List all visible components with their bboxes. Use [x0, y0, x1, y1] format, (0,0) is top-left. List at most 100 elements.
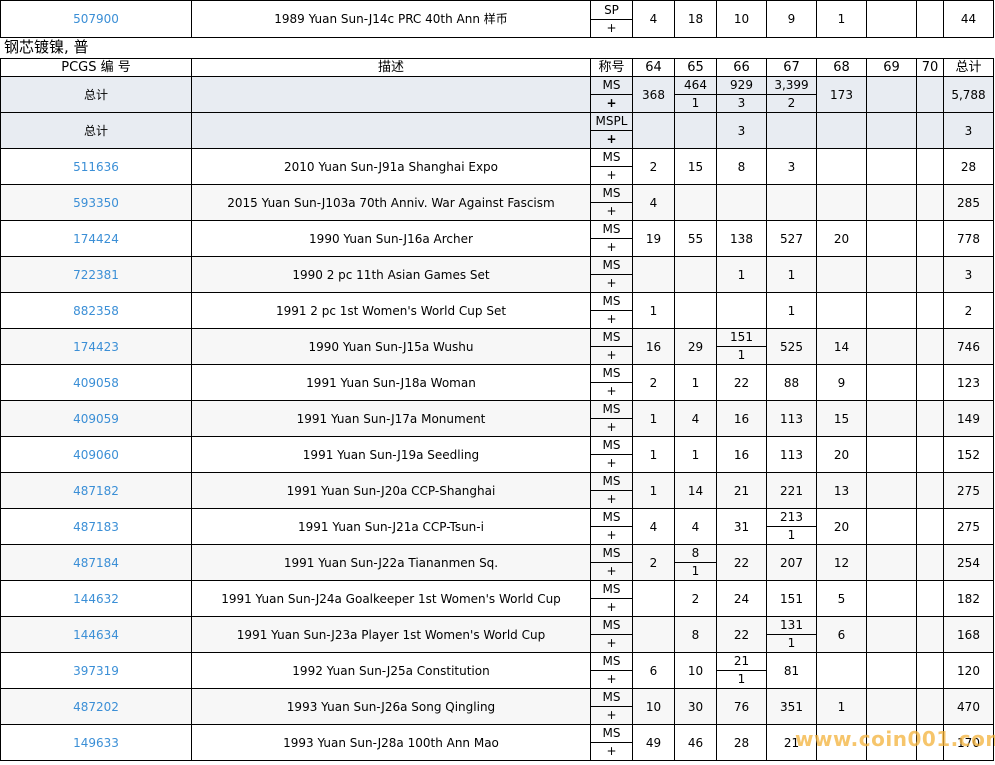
pcgs-cell[interactable]: 144632: [0, 580, 192, 617]
description-cell: 1993 Yuan Sun-J26a Song Qingling: [191, 688, 591, 725]
grade-70-cell: [916, 544, 944, 581]
pcgs-link[interactable]: 149633: [73, 736, 119, 750]
table-row: 409059 1991 Yuan Sun-J17a Monument MS +1 4 16…: [0, 400, 994, 437]
pcgs-link[interactable]: 174423: [73, 340, 119, 354]
grade-69-cell: [866, 688, 917, 725]
pcgs-cell[interactable]: 409060: [0, 436, 192, 473]
grade-66-cell: 21: [716, 472, 767, 509]
pcgs-cell[interactable]: 593350: [0, 184, 192, 221]
grade-67-cell: 527: [766, 220, 817, 257]
pcgs-cell[interactable]: 174424: [0, 220, 192, 257]
pcgs-cell[interactable]: 144634: [0, 616, 192, 653]
grade-68-cell: [816, 148, 867, 185]
grade-68-cell: 20: [816, 508, 867, 545]
description-cell: 1991 Yuan Sun-J24a Goalkeeper 1st Women'…: [191, 580, 591, 617]
pcgs-link[interactable]: 487182: [73, 484, 119, 498]
plus-count-value: 1: [737, 672, 746, 686]
grade-67-cell: 1: [766, 292, 817, 329]
grade-68-cell: [816, 652, 867, 689]
pcgs-cell[interactable]: 409058: [0, 364, 192, 401]
total-cell: 254: [943, 544, 994, 581]
pcgs-link[interactable]: 507900: [73, 12, 119, 26]
grade-65-cell: 14: [674, 472, 717, 509]
grade-66-cell: 138: [716, 220, 767, 257]
pcgs-link[interactable]: 882358: [73, 304, 119, 318]
grade-66-cell: 76: [716, 688, 767, 725]
pcgs-link[interactable]: 722381: [73, 268, 119, 282]
description-cell: 1991 Yuan Sun-J17a Monument: [191, 400, 591, 437]
pcgs-link[interactable]: 487184: [73, 556, 119, 570]
grade-68-cell: [816, 292, 867, 329]
description-cell: 2010 Yuan Sun-J91a Shanghai Expo: [191, 148, 591, 185]
pcgs-cell[interactable]: 511636: [0, 148, 192, 185]
plus-label: +: [606, 132, 617, 146]
grade-cell: MS +: [590, 616, 633, 653]
grade-69-cell: [866, 472, 917, 509]
pcgs-cell[interactable]: 882358: [0, 292, 192, 329]
grade-65-cell: 10: [674, 652, 717, 689]
summary-65: [674, 112, 717, 149]
grade-label: MS: [591, 366, 632, 383]
pcgs-cell[interactable]: 409059: [0, 400, 192, 437]
grade-65-cell: 30: [674, 688, 717, 725]
grade-64-cell: 49: [632, 724, 675, 761]
pcgs-link[interactable]: 397319: [73, 664, 119, 678]
grade-64-cell: 2: [632, 544, 675, 581]
summary-69: [866, 112, 917, 149]
grade-64-cell: 19: [632, 220, 675, 257]
total-cell: 275: [943, 472, 994, 509]
grade-cell: MS +: [590, 292, 633, 329]
plus-label: +: [606, 420, 617, 434]
pcgs-link[interactable]: 409060: [73, 448, 119, 462]
grade-70-cell: [916, 580, 944, 617]
plus-label: +: [606, 168, 617, 182]
grade-65-cell: 1: [674, 364, 717, 401]
table-row: 487183 1991 Yuan Sun-J21a CCP-Tsun-i MS +4 4…: [0, 508, 994, 545]
grade-67-cell: 9: [766, 0, 817, 38]
plus-label: +: [606, 528, 617, 542]
pcgs-link[interactable]: 593350: [73, 196, 119, 210]
grade-65-cell: 1: [674, 436, 717, 473]
summary-65: 464 1: [674, 76, 717, 113]
pcgs-cell[interactable]: 149633: [0, 724, 192, 761]
total-cell: 123: [943, 364, 994, 401]
top-table: 507900 1989 Yuan Sun-J14c PRC 40th Ann 样…: [0, 0, 994, 38]
grade-70-cell: [916, 472, 944, 509]
pcgs-cell[interactable]: 722381: [0, 256, 192, 293]
pcgs-cell[interactable]: 174423: [0, 328, 192, 365]
grade-cell: MS +: [590, 184, 633, 221]
pcgs-cell[interactable]: 487184: [0, 544, 192, 581]
pcgs-link[interactable]: 511636: [73, 160, 119, 174]
grade-70-cell: [916, 688, 944, 725]
grade-label: MS: [591, 438, 632, 455]
pcgs-link[interactable]: 174424: [73, 232, 119, 246]
count-value: 151: [717, 330, 766, 347]
pcgs-link[interactable]: 487183: [73, 520, 119, 534]
total-cell: 2: [943, 292, 994, 329]
pcgs-link[interactable]: 409058: [73, 376, 119, 390]
grade-67-cell: 207: [766, 544, 817, 581]
grade-67-cell: 113: [766, 400, 817, 437]
pcgs-link[interactable]: 144632: [73, 592, 119, 606]
pcgs-cell[interactable]: 487182: [0, 472, 192, 509]
pcgs-cell[interactable]: 507900: [0, 0, 192, 38]
summary-68: [816, 112, 867, 149]
pcgs-link[interactable]: 409059: [73, 412, 119, 426]
total-cell: 120: [943, 652, 994, 689]
pcgs-cell[interactable]: 397319: [0, 652, 192, 689]
grade-68-cell: 1: [816, 688, 867, 725]
total-cell: 44: [943, 0, 994, 38]
header-grade: 称号: [590, 58, 633, 77]
grade-64-cell: 2: [632, 364, 675, 401]
description-cell: 1991 Yuan Sun-J23a Player 1st Women's Wo…: [191, 616, 591, 653]
grade-67-cell: 221: [766, 472, 817, 509]
pcgs-link[interactable]: 144634: [73, 628, 119, 642]
grade-70-cell: [916, 328, 944, 365]
pcgs-cell[interactable]: 487202: [0, 688, 192, 725]
plus-label: +: [606, 564, 617, 578]
grade-70-cell: [916, 292, 944, 329]
pcgs-link[interactable]: 487202: [73, 700, 119, 714]
header-64: 64: [632, 58, 675, 77]
plus-label: +: [606, 96, 617, 110]
pcgs-cell[interactable]: 487183: [0, 508, 192, 545]
